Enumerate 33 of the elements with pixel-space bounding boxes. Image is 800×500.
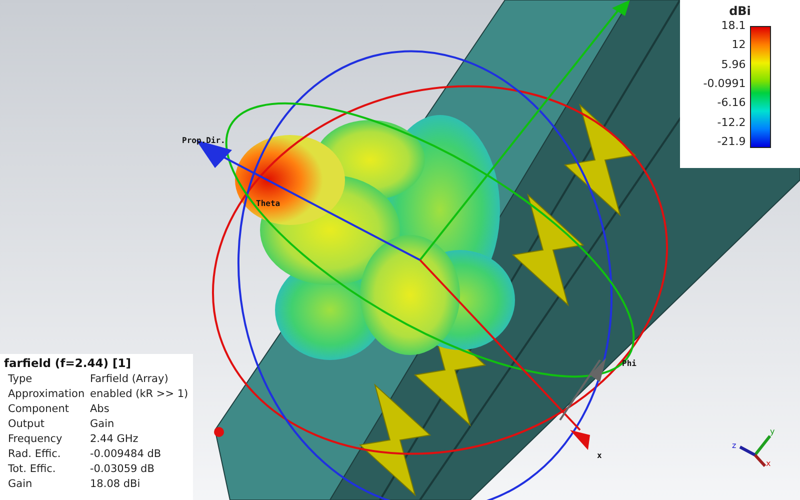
axis-label: Theta [256, 199, 280, 208]
legend-tick: -12.2 [717, 116, 746, 129]
property-label: Tot. Effic. [8, 462, 57, 476]
triad-label: z [732, 441, 736, 450]
property-value: -0.009484 dB [90, 447, 162, 461]
property-label: Component [8, 402, 70, 416]
legend-tick: -21.9 [717, 136, 746, 148]
property-value: Abs [90, 402, 110, 416]
property-value: 18.08 dBi [90, 477, 142, 491]
triad-label: x [766, 459, 771, 468]
legend-tick: -6.16 [717, 97, 746, 110]
property-label: Frequency [8, 432, 64, 446]
axis-label: x [597, 451, 602, 460]
property-label: Output [8, 417, 46, 431]
property-value: Farfield (Array) [90, 372, 170, 386]
property-value: -0.03059 dB [90, 462, 156, 476]
legend-unit: dBi [729, 4, 751, 18]
legend-tick: -0.0991 [703, 78, 746, 90]
axes-triad-icon [739, 435, 772, 467]
axis-label: Prop.Dir. [182, 136, 226, 145]
property-label: Approximation [8, 387, 86, 401]
triad-label: y [770, 427, 775, 436]
legend-tick: 5.96 [721, 58, 746, 71]
legend-tick: 12 [732, 39, 746, 52]
property-label: Type [8, 372, 34, 386]
property-value: Gain [90, 417, 116, 431]
property-value: 2.44 GHz [90, 432, 140, 446]
legend-tick: 18.1 [721, 20, 746, 32]
property-value: enabled (kR >> 1) [90, 387, 189, 401]
property-label: Gain [8, 477, 34, 491]
axis-label: Phi [622, 359, 636, 368]
property-label: Rad. Effic. [8, 447, 62, 461]
info-title: farfield (f=2.44) [1] [4, 356, 132, 370]
